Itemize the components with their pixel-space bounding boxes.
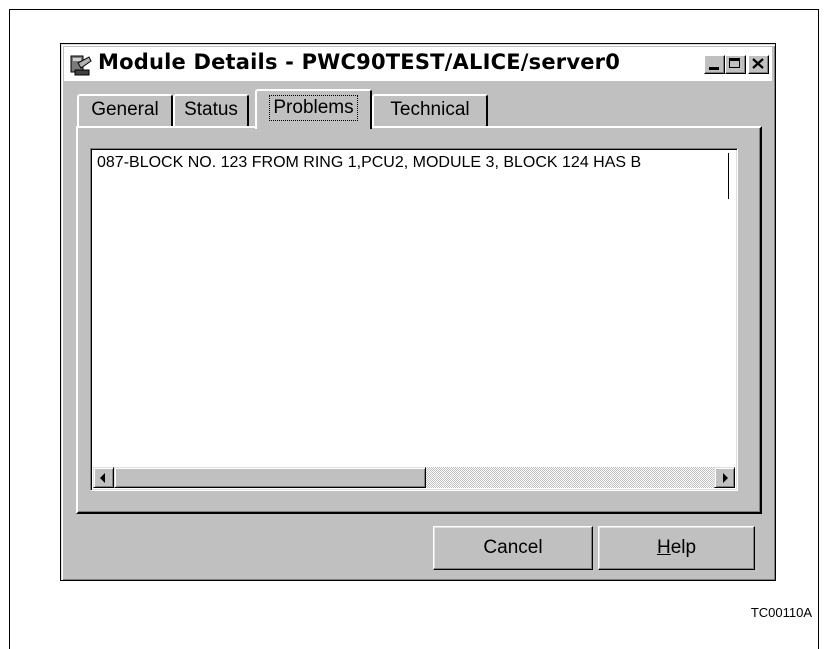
horizontal-scrollbar[interactable] [93,467,735,488]
arrow-left-icon [100,473,105,483]
minimize-icon[interactable] [704,55,725,74]
cancel-button-label: Cancel [483,537,543,558]
tab-technical-label: Technical [390,99,470,120]
maximize-icon[interactable] [725,55,746,74]
cancel-button[interactable]: Cancel [433,526,593,570]
tab-problems-label: Problems [269,95,358,121]
scroll-left-button[interactable] [93,467,114,488]
title-bar[interactable]: Module Details - PWC90TEST/ALICE/server0 [64,47,772,81]
help-mnemonic: H [656,537,671,558]
help-button[interactable]: Help [598,526,755,570]
text-cursor [728,153,729,199]
tab-technical[interactable]: Technical [372,94,488,126]
tab-status-label: Status [184,99,238,120]
list-item[interactable]: 087-BLOCK NO. 123 FROM RING 1,PCU2, MODU… [97,154,731,172]
scroll-right-button[interactable] [714,467,735,488]
scrollbar-thumb[interactable] [114,467,426,488]
help-button-label: elp [670,537,697,558]
module-app-icon[interactable] [69,53,93,77]
arrow-right-icon [723,473,728,483]
tab-general-label: General [91,99,159,120]
figure-id: TC00110A [750,605,812,620]
window-title: Module Details - PWC90TEST/ALICE/server0 [98,50,621,74]
problems-list[interactable]: 087-BLOCK NO. 123 FROM RING 1,PCU2, MODU… [90,148,738,491]
close-icon[interactable] [748,55,769,74]
tab-status[interactable]: Status [173,94,249,126]
tab-problems[interactable]: Problems [255,89,372,129]
problems-tab-panel: 087-BLOCK NO. 123 FROM RING 1,PCU2, MODU… [76,126,762,514]
tab-general[interactable]: General [77,94,173,126]
module-details-window: Module Details - PWC90TEST/ALICE/server0… [60,43,776,581]
